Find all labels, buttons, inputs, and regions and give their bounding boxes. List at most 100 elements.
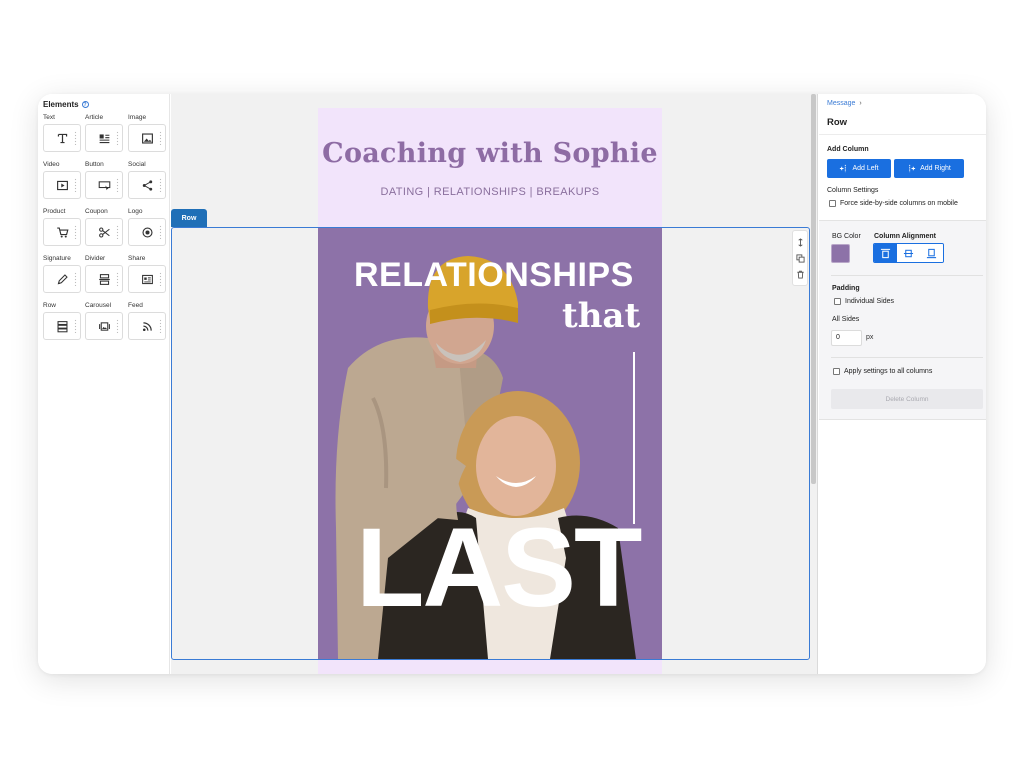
scissors-icon <box>98 227 110 237</box>
duplicate-icon[interactable] <box>795 253 805 263</box>
align-bottom-icon <box>926 248 937 258</box>
element-tile[interactable] <box>128 124 166 152</box>
force-side-by-side-option[interactable]: Force side-by-side columns on mobile <box>829 200 958 207</box>
element-label: Image <box>128 114 147 121</box>
element-divider[interactable]: Divider <box>85 254 123 293</box>
help-icon[interactable]: ? <box>81 101 89 108</box>
element-video[interactable]: Video <box>43 160 81 199</box>
element-tile[interactable] <box>85 265 123 293</box>
element-feed[interactable]: Feed <box>128 301 166 340</box>
elements-title: Elements ? <box>43 100 89 109</box>
element-tile[interactable] <box>85 171 123 199</box>
element-tile[interactable] <box>43 265 81 293</box>
row-selection-outline[interactable] <box>171 227 810 660</box>
element-text[interactable]: Text <box>43 113 81 152</box>
email-builder-app: Elements ? Text Article Image Video Butt… <box>38 94 986 674</box>
element-social[interactable]: Social <box>128 160 166 199</box>
element-label: Article <box>85 114 104 121</box>
carousel-icon <box>98 321 110 331</box>
row-selection-tab[interactable]: Row <box>171 209 207 227</box>
pen-icon <box>57 273 68 284</box>
individual-sides-checkbox[interactable] <box>834 298 841 305</box>
align-bottom-button[interactable] <box>920 244 943 262</box>
element-label: Row <box>43 302 57 309</box>
element-coupon[interactable]: Coupon <box>85 207 123 246</box>
divider-icon <box>98 273 110 285</box>
breadcrumb: Message › <box>827 100 862 107</box>
element-label: Feed <box>128 302 143 309</box>
feed-icon <box>142 321 152 331</box>
element-tile[interactable] <box>85 312 123 340</box>
all-sides-label: All Sides <box>832 316 860 323</box>
video-icon <box>56 180 68 190</box>
panel-title: Row <box>827 117 848 128</box>
element-product[interactable]: Product <box>43 207 81 246</box>
element-tile[interactable] <box>128 312 166 340</box>
element-share[interactable]: Share <box>128 254 166 293</box>
article-icon <box>99 133 109 143</box>
element-tile[interactable] <box>128 218 166 246</box>
apply-all-label: Apply settings to all columns <box>844 368 933 375</box>
canvas-scrollbar[interactable] <box>811 94 816 484</box>
button-icon <box>98 180 110 190</box>
add-right-label: Add Right <box>920 165 951 172</box>
element-label: Text <box>43 114 55 121</box>
column-settings-label: Column Settings <box>827 187 879 194</box>
chevron-right-icon: › <box>859 100 862 107</box>
element-label: Logo <box>128 208 143 215</box>
element-tile[interactable] <box>128 171 166 199</box>
element-tile[interactable] <box>43 171 81 199</box>
element-button[interactable]: Button <box>85 160 123 199</box>
section-divider <box>831 275 983 276</box>
bg-color-swatch[interactable] <box>831 244 850 263</box>
element-label: Video <box>43 161 60 168</box>
element-label: Product <box>43 208 66 215</box>
apply-all-option[interactable]: Apply settings to all columns <box>833 368 932 375</box>
element-carousel[interactable]: Carousel <box>85 301 123 340</box>
row-toolbar <box>792 230 808 286</box>
breadcrumb-message-link[interactable]: Message <box>827 100 855 107</box>
element-tile[interactable] <box>85 218 123 246</box>
element-logo[interactable]: Logo <box>128 207 166 246</box>
add-column-left-icon <box>840 164 847 173</box>
individual-sides-option[interactable]: Individual Sides <box>834 298 894 305</box>
email-header-section[interactable]: Coaching with Sophie DATING | RELATIONSH… <box>318 108 662 228</box>
element-label: Coupon <box>85 208 108 215</box>
column-alignment-label: Column Alignment <box>874 233 936 240</box>
element-tile[interactable] <box>128 265 166 293</box>
force-side-by-side-checkbox[interactable] <box>829 200 836 207</box>
bg-color-label: BG Color <box>832 233 861 240</box>
element-tile[interactable] <box>43 312 81 340</box>
element-tile[interactable] <box>43 124 81 152</box>
element-tile[interactable] <box>43 218 81 246</box>
element-label: Social <box>128 161 146 168</box>
force-side-by-side-label: Force side-by-side columns on mobile <box>840 200 958 207</box>
elements-title-text: Elements <box>43 100 79 109</box>
element-label: Carousel <box>85 302 112 309</box>
element-signature[interactable]: Signature <box>43 254 81 293</box>
social-icon <box>142 179 152 191</box>
align-top-button[interactable] <box>874 244 897 262</box>
element-label: Share <box>128 255 146 262</box>
section-divider <box>831 357 983 358</box>
element-image[interactable]: Image <box>128 113 166 152</box>
column-alignment-toggle <box>873 243 944 263</box>
email-brand-title: Coaching with Sophie <box>322 138 658 169</box>
element-tile[interactable] <box>85 124 123 152</box>
panel-divider-line <box>819 134 986 135</box>
element-row[interactable]: Row <box>43 301 81 340</box>
add-right-button[interactable]: Add Right <box>894 159 964 178</box>
align-middle-button[interactable] <box>897 244 920 262</box>
trash-icon[interactable] <box>796 270 805 279</box>
resize-icon[interactable] <box>796 237 805 247</box>
delete-column-button[interactable]: Delete Column <box>831 389 983 409</box>
add-left-button[interactable]: Add Left <box>827 159 891 178</box>
align-middle-icon <box>903 249 914 257</box>
email-tagline: DATING | RELATIONSHIPS | BREAKUPS <box>380 186 600 198</box>
element-label: Button <box>85 161 104 168</box>
px-unit-label: px <box>866 334 874 341</box>
apply-all-checkbox[interactable] <box>833 368 840 375</box>
individual-sides-label: Individual Sides <box>845 298 895 305</box>
all-sides-input[interactable]: 0 <box>831 330 862 346</box>
element-article[interactable]: Article <box>85 113 123 152</box>
